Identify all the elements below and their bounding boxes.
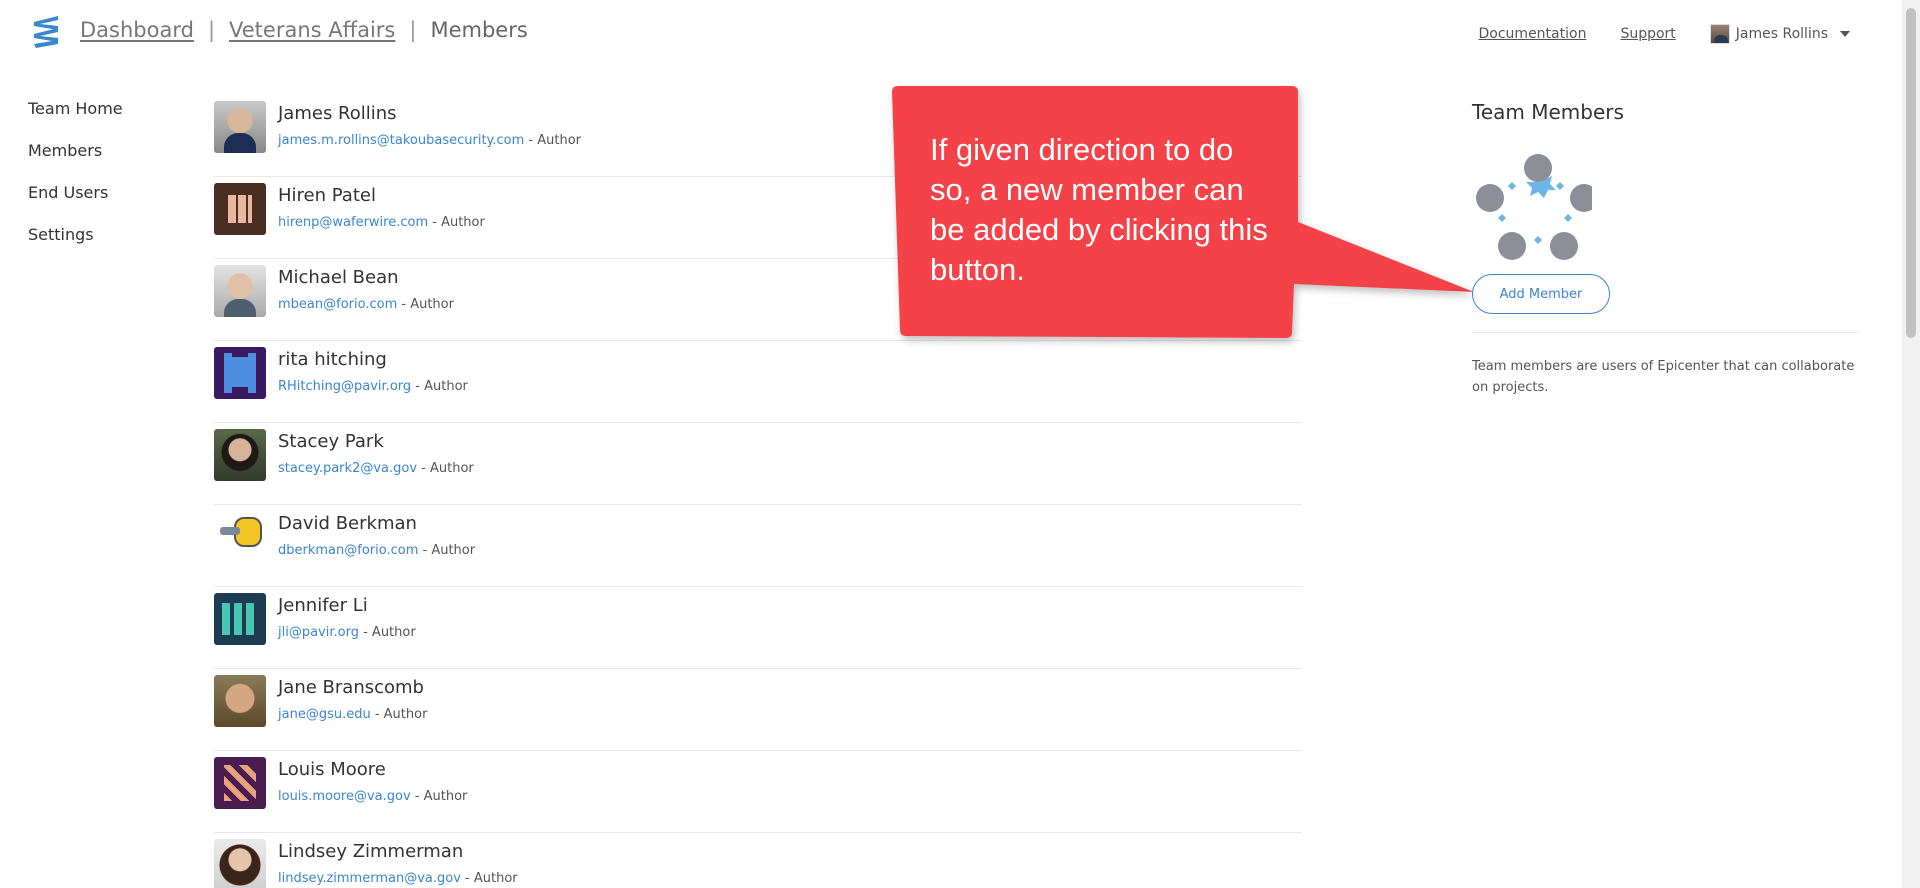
member-meta: stacey.park2@va.gov - Author (278, 461, 474, 476)
breadcrumb: Dashboard | Veterans Affairs | Members (80, 18, 528, 42)
member-meta: lindsey.zimmerman@va.gov - Author (278, 871, 518, 886)
member-meta: RHitching@pavir.org - Author (278, 379, 468, 394)
member-avatar (214, 511, 266, 563)
documentation-link[interactable]: Documentation (1479, 26, 1587, 42)
user-menu[interactable]: James Rollins (1709, 24, 1850, 44)
member-email-link[interactable]: louis.moore@va.gov (278, 789, 411, 804)
member-row[interactable]: Jennifer Li jli@pavir.org - Author (214, 587, 1302, 669)
team-members-panel: Team Members Add Member Team members are… (1472, 100, 1858, 395)
member-name: rita hitching (278, 349, 387, 370)
member-email-link[interactable]: mbean@forio.com (278, 297, 397, 312)
member-role: - Author (397, 297, 454, 312)
member-meta: hirenp@waferwire.com - Author (278, 215, 485, 230)
member-row[interactable]: Jane Branscomb jane@gsu.edu - Author (214, 669, 1302, 751)
callout-text: If given direction to do so, a new membe… (930, 132, 1268, 287)
member-avatar (214, 101, 266, 153)
member-email-link[interactable]: hirenp@waferwire.com (278, 215, 428, 230)
member-role: - Author (410, 789, 468, 804)
member-role: - Author (418, 543, 476, 558)
panel-description: Team members are users of Epicenter that… (1472, 359, 1855, 395)
breadcrumb-dashboard-link[interactable]: Dashboard (80, 18, 194, 42)
sidebar-item-settings[interactable]: Settings (28, 224, 123, 266)
member-email-link[interactable]: lindsey.zimmerman@va.gov (278, 871, 461, 886)
support-link[interactable]: Support (1620, 26, 1675, 42)
member-row[interactable]: Lindsey Zimmerman lindsey.zimmerman@va.g… (214, 833, 1302, 888)
sidebar-item-members[interactable]: Members (28, 140, 123, 182)
member-name: Jennifer Li (278, 595, 368, 616)
member-email-link[interactable]: RHitching@pavir.org (278, 379, 411, 394)
sidebar-nav: Team Home Members End Users Settings (28, 98, 123, 266)
add-member-button[interactable]: Add Member (1472, 274, 1610, 314)
member-role: - Author (411, 379, 468, 394)
sidebar-item-end-users[interactable]: End Users (28, 182, 123, 224)
member-email-link[interactable]: stacey.park2@va.gov (278, 461, 417, 476)
member-meta: james.m.rollins@takoubasecurity.com - Au… (278, 133, 581, 148)
breadcrumb-current-page: Members (430, 18, 528, 42)
member-avatar (214, 757, 266, 809)
chevron-down-icon[interactable] (1840, 31, 1850, 37)
member-email-link[interactable]: dberkman@forio.com (278, 543, 418, 558)
member-name: Lindsey Zimmerman (278, 841, 464, 862)
member-meta: dberkman@forio.com - Author (278, 543, 475, 558)
member-avatar (214, 593, 266, 645)
member-role: - Author (370, 707, 428, 722)
member-name: David Berkman (278, 513, 417, 534)
member-name: Jane Branscomb (278, 677, 424, 698)
member-role: - Author (417, 461, 474, 476)
member-avatar (214, 429, 266, 481)
member-avatar (214, 347, 266, 399)
member-meta: jane@gsu.edu - Author (278, 707, 427, 722)
member-name: Hiren Patel (278, 185, 376, 206)
member-meta: jli@pavir.org - Author (278, 625, 416, 640)
member-role: - Author (358, 625, 416, 640)
member-row[interactable]: David Berkman dberkman@forio.com - Autho… (214, 505, 1302, 587)
breadcrumb-team-link[interactable]: Veterans Affairs (229, 18, 395, 42)
panel-title: Team Members (1472, 100, 1624, 124)
member-avatar (214, 265, 266, 317)
member-row[interactable]: rita hitching RHitching@pavir.org - Auth… (214, 341, 1302, 423)
member-role: - Author (460, 871, 518, 886)
member-row[interactable]: Louis Moore louis.moore@va.gov - Author (214, 751, 1302, 833)
member-email-link[interactable]: james.m.rollins@takoubasecurity.com (278, 133, 524, 148)
member-avatar (214, 675, 266, 727)
member-name: Stacey Park (278, 431, 384, 452)
member-email-link[interactable]: jli@pavir.org (278, 625, 359, 640)
member-role: - Author (524, 133, 582, 148)
epicenter-logo-icon[interactable] (32, 14, 62, 50)
member-name: James Rollins (278, 103, 397, 124)
member-avatar (214, 183, 266, 235)
member-meta: louis.moore@va.gov - Author (278, 789, 467, 804)
member-email-link[interactable]: jane@gsu.edu (278, 707, 371, 722)
user-avatar (1709, 24, 1730, 44)
sidebar-item-team-home[interactable]: Team Home (28, 98, 123, 140)
member-role: - Author (428, 215, 485, 230)
breadcrumb-separator: | (409, 18, 417, 42)
member-meta: mbean@forio.com - Author (278, 297, 454, 312)
member-name: Michael Bean (278, 267, 399, 288)
user-name: James Rollins (1735, 26, 1828, 42)
member-name: Louis Moore (278, 759, 386, 780)
top-header: Dashboard | Veterans Affairs | Members Docum… (0, 0, 1920, 70)
member-row[interactable]: Stacey Park stacey.park2@va.gov - Author (214, 423, 1302, 505)
scrollbar-thumb[interactable] (1906, 8, 1916, 338)
breadcrumb-separator: | (207, 18, 216, 42)
page-scrollbar[interactable] (1902, 0, 1920, 888)
member-avatar (214, 839, 266, 888)
top-links: Documentation Support James Rollins (1445, 24, 1850, 44)
team-network-icon (1476, 154, 1592, 260)
divider (1472, 332, 1858, 333)
